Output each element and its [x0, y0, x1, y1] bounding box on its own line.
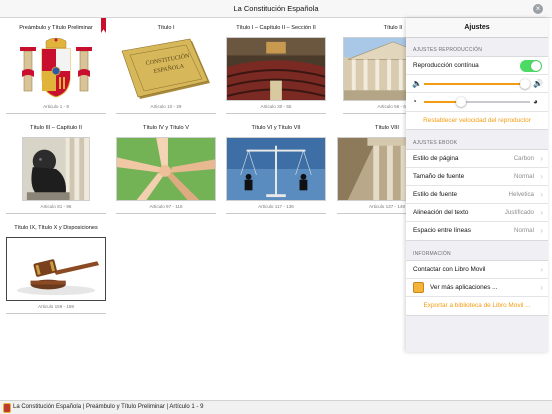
article-range: Articulo 159 - 169	[37, 304, 74, 309]
parliament-hall-image	[226, 37, 326, 101]
chapter-tile[interactable]: Título IX, Título X y Disposiciones Arti…	[6, 218, 106, 314]
speed-fast-icon: ◕	[533, 97, 538, 106]
continuous-playback-label: Reproducción contínua	[413, 62, 479, 69]
chevron-right-icon: ›	[540, 226, 543, 235]
chapter-tile[interactable]: Título IV y Título V Articulo 97 - 116	[116, 118, 216, 214]
tile-divider	[116, 213, 216, 214]
chapter-title: Título IV y Título V	[143, 125, 189, 131]
info-section-label: INFORMACIÓN	[413, 251, 451, 257]
chapter-title: Título I	[157, 25, 175, 31]
chevron-right-icon: ›	[540, 265, 543, 274]
font-style-label: Estilo de fuente	[413, 191, 458, 198]
text-alignment-label: Alineación del texto	[413, 209, 469, 216]
ebook-section-label: AJUSTES EBOOK	[413, 140, 458, 146]
export-library-button[interactable]: Exportar a biblioteca de Libro Movil ...	[406, 297, 548, 315]
continuous-playback-toggle[interactable]	[520, 60, 542, 72]
font-size-value: Normal	[514, 173, 534, 180]
tile-divider	[226, 213, 326, 214]
page-style-row[interactable]: Estilo de página Carbon ›	[406, 150, 548, 168]
speed-slider-thumb[interactable]	[456, 97, 467, 107]
speed-slow-icon: ◔	[412, 97, 417, 106]
chapter-title: Título VI y Título VII	[251, 125, 301, 131]
article-range: Articulo 30 - 55	[260, 104, 292, 109]
text-alignment-row[interactable]: Alineación del texto Justificado ›	[406, 204, 548, 222]
coat-of-arms-icon	[3, 403, 11, 413]
font-style-row[interactable]: Estilo de fuente Helvetica ›	[406, 186, 548, 204]
text-alignment-value: Justificado	[504, 209, 534, 216]
volume-slider-thumb[interactable]	[519, 79, 530, 89]
article-range: Articulo 97 - 116	[149, 204, 183, 209]
justice-scale-image	[226, 137, 326, 201]
playback-group: Reproducción contínua 🔈 🔊 ◔ ◕ Restablece…	[406, 56, 548, 130]
chevron-right-icon: ›	[540, 190, 543, 199]
volume-low-icon: 🔈	[412, 79, 422, 88]
chapter-title: Título IX, Título X y Disposiciones	[14, 225, 98, 231]
chapter-title: Título I – Capítulo II – Sección II	[236, 25, 316, 31]
speed-slider-row: ◔ ◕	[406, 93, 548, 111]
status-text: La Constitución Española | Preámbulo y T…	[13, 404, 204, 410]
lion-statue-image	[22, 137, 90, 201]
app-title: La Constitución Española	[233, 4, 319, 13]
joined-hands-image	[116, 137, 216, 201]
gavel-image	[6, 237, 106, 301]
chapter-tile[interactable]: Título I – Capítulo II – Sección II Arti…	[226, 18, 326, 114]
settings-title: Ajustes	[406, 18, 548, 38]
status-bar: La Constitución Española | Preámbulo y T…	[0, 400, 552, 414]
tile-divider	[116, 113, 216, 114]
line-spacing-label: Espacio entre líneas	[413, 227, 471, 234]
volume-slider-row: 🔈 🔊	[406, 75, 548, 93]
title-bar: La Constitución Española ×	[0, 0, 552, 18]
tile-divider	[6, 213, 106, 214]
libro-movil-app-icon	[413, 282, 424, 293]
coat-of-arms-image	[6, 37, 106, 101]
close-icon[interactable]: ×	[533, 4, 543, 14]
ebook-group: Estilo de página Carbon › Tamaño de fuen…	[406, 149, 548, 241]
chevron-right-icon: ›	[540, 154, 543, 163]
chapter-tile[interactable]: Preámbulo y Título Preliminar Articulo 1…	[6, 18, 106, 114]
info-group: Contactar con Libro Movil › Ver más apli…	[406, 260, 548, 316]
page-style-value: Carbon	[513, 155, 534, 162]
tile-divider	[6, 113, 106, 114]
settings-panel: Ajustes AJUSTES REPRODUCCIÓN Reproducció…	[406, 18, 548, 352]
article-range: Articulo 117 - 136	[258, 204, 294, 209]
line-spacing-row[interactable]: Espacio entre líneas Normal ›	[406, 222, 548, 240]
page-style-label: Estilo de página	[413, 155, 459, 162]
tile-divider	[6, 313, 106, 314]
chevron-right-icon: ›	[540, 172, 543, 181]
tile-divider	[226, 113, 326, 114]
article-range: Articulo 1 - 9	[43, 104, 69, 109]
reset-speed-button[interactable]: Restablecer velocidad del reproductor	[406, 111, 548, 129]
volume-high-icon: 🔊	[533, 79, 543, 88]
constitution-book-image: CONSTITUCIÓN ESPAÑOLA	[116, 37, 216, 101]
font-size-label: Tamaño de fuente	[413, 173, 465, 180]
more-apps-row[interactable]: Ver más aplicaciones ... ›	[406, 279, 548, 297]
chevron-right-icon: ›	[540, 283, 543, 292]
chevron-right-icon: ›	[540, 208, 543, 217]
playback-section-label: AJUSTES REPRODUCCIÓN	[413, 47, 483, 53]
font-style-value: Helvetica	[508, 191, 534, 198]
chapter-title: Preámbulo y Título Preliminar	[19, 25, 93, 31]
font-size-row[interactable]: Tamaño de fuente Normal ›	[406, 168, 548, 186]
continuous-playback-row: Reproducción contínua	[406, 57, 548, 75]
more-apps-label: Ver más aplicaciones ...	[430, 284, 498, 291]
contact-row[interactable]: Contactar con Libro Movil ›	[406, 261, 548, 279]
article-range: Articulo 10 - 29	[150, 104, 182, 109]
chapter-tile[interactable]: Título I CONSTITUCIÓN ESPAÑOLA Articulo …	[116, 18, 216, 114]
article-range: Articulo 81 - 96	[40, 204, 72, 209]
line-spacing-value: Normal	[514, 227, 534, 234]
chapter-title: Título III – Capítulo II	[30, 125, 82, 131]
chapter-tile[interactable]: Título VI y Título VII Articulo 117 - 13…	[226, 118, 326, 214]
contact-label: Contactar con Libro Movil	[413, 266, 486, 273]
chapter-tile[interactable]: Título III – Capítulo II Articulo 81 - 9…	[6, 118, 106, 214]
volume-fill	[424, 83, 525, 85]
